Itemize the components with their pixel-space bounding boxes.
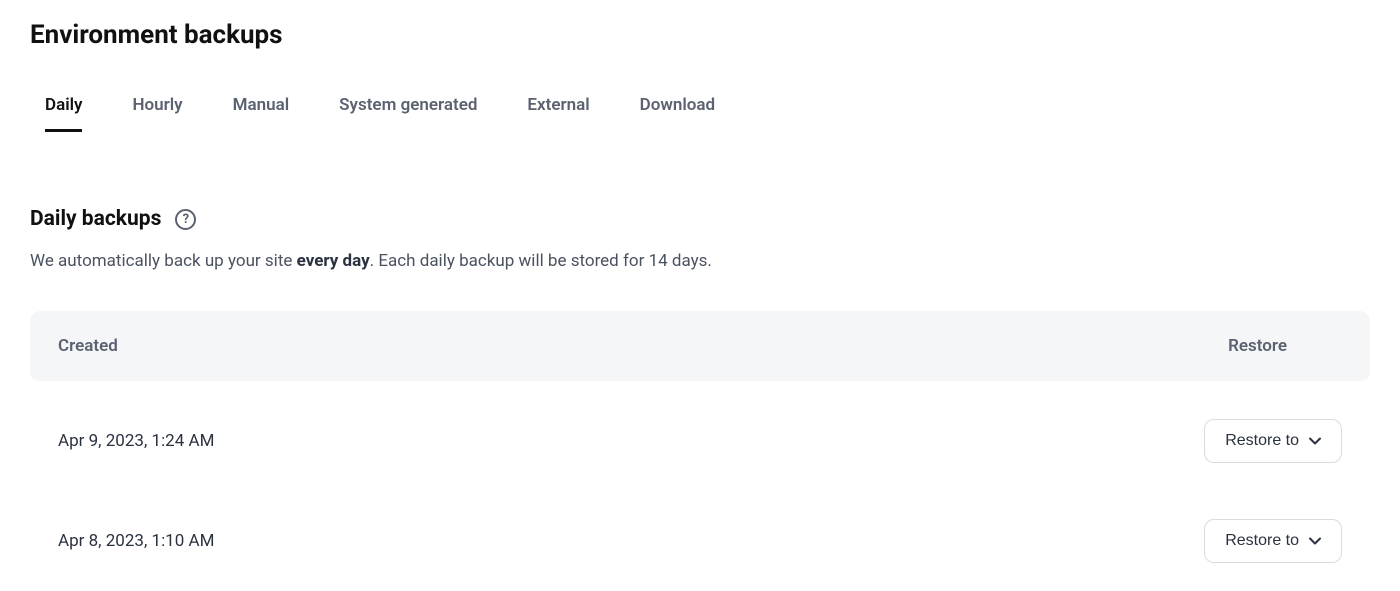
cell-created: Apr 8, 2023, 1:10 AM [58,531,214,551]
cell-action: Restore to [1204,419,1342,463]
table-header: Created Restore [30,311,1370,381]
tab-external[interactable]: External [527,95,589,132]
section-description: We automatically back up your site every… [30,251,1370,271]
restore-label: Restore to [1225,532,1299,550]
column-restore: Restore [1228,336,1342,356]
description-pre: We automatically back up your site [30,251,297,271]
table-row: Apr 8, 2023, 1:10 AM Restore to [30,491,1370,591]
description-strong: every day [297,251,370,271]
table-row: Apr 9, 2023, 1:24 AM Restore to [30,391,1370,491]
tab-hourly[interactable]: Hourly [132,95,182,132]
help-icon[interactable]: ? [175,209,196,230]
section-title: Daily backups [30,207,161,231]
tabs-nav: Daily Hourly Manual System generated Ext… [30,95,1370,132]
column-created: Created [58,336,118,356]
tab-daily[interactable]: Daily [45,95,82,132]
chevron-down-icon [1309,537,1321,545]
tab-system-generated[interactable]: System generated [339,95,477,132]
restore-to-button[interactable]: Restore to [1204,519,1342,563]
cell-action: Restore to [1204,519,1342,563]
backups-table: Created Restore Apr 9, 2023, 1:24 AM Res… [30,311,1370,591]
chevron-down-icon [1309,437,1321,445]
tab-manual[interactable]: Manual [233,95,290,132]
tab-download[interactable]: Download [640,95,715,132]
cell-created: Apr 9, 2023, 1:24 AM [58,431,214,451]
description-post: . Each daily backup will be stored for 1… [370,251,712,271]
restore-label: Restore to [1225,432,1299,450]
page-title: Environment backups [30,20,1370,50]
section-header: Daily backups ? [30,207,1370,231]
restore-to-button[interactable]: Restore to [1204,419,1342,463]
